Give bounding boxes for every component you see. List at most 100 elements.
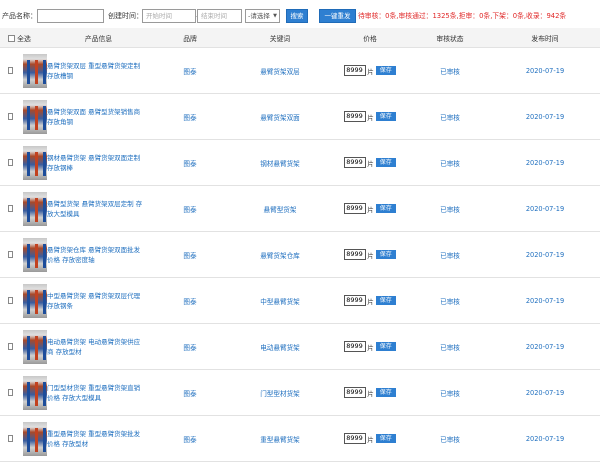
keyword-link[interactable]: 钢材悬臂货架: [230, 139, 330, 186]
product-thumbnail[interactable]: [23, 99, 47, 134]
row-checkbox[interactable]: [8, 297, 14, 304]
keyword-link[interactable]: 悬臂货架双层: [230, 47, 330, 94]
publish-date: 2020-07-19: [490, 369, 600, 416]
product-title-link[interactable]: 悬臂型货架 悬臂货架双层定制 存放大型模具: [47, 185, 150, 232]
price-cell: 8999 片保存: [330, 231, 410, 278]
audit-status: 已审核: [410, 231, 490, 278]
search-button[interactable]: 搜索: [286, 9, 308, 23]
audit-status: 已审核: [410, 415, 490, 462]
keyword-link[interactable]: 电动悬臂货架: [230, 323, 330, 370]
row-checkbox[interactable]: [8, 435, 14, 442]
price-input[interactable]: 8999: [344, 203, 367, 214]
audit-status: 已审核: [410, 47, 490, 94]
publish-date: 2020-07-19: [490, 277, 600, 324]
price-cell: 8999 片保存: [330, 139, 410, 186]
publish-date: 2020-07-19: [490, 415, 600, 462]
row-checkbox[interactable]: [8, 251, 14, 258]
publish-date: 2020-07-19: [490, 323, 600, 370]
product-thumbnail[interactable]: [23, 283, 47, 318]
row-checkbox[interactable]: [8, 113, 14, 120]
table-row: 门型型材货架 重型悬臂货架直销价格 存放大型模具 图泰 门型型材货架 8999 片…: [0, 369, 600, 416]
product-title-link[interactable]: 重型悬臂货架 重型悬臂货架批发价格 存放型材: [47, 415, 150, 462]
product-title-link[interactable]: 钢材悬臂货架 悬臂货架双面定制 存放钢棒: [47, 139, 150, 186]
product-title-link[interactable]: 门型型材货架 重型悬臂货架直销价格 存放大型模具: [47, 369, 150, 416]
brand-header: 品牌: [150, 28, 230, 48]
table-row: 悬臂型货架 悬臂货架双层定制 存放大型模具 图泰 悬臂型货架 8999 片保存 已…: [0, 185, 600, 232]
product-thumbnail[interactable]: [23, 375, 47, 410]
row-select-cell: [0, 185, 47, 232]
row-checkbox[interactable]: [8, 343, 14, 350]
price-cell: 8999 片保存: [330, 47, 410, 94]
keyword-link[interactable]: 门型型材货架: [230, 369, 330, 416]
date-header: 发布时间: [490, 28, 600, 48]
brand-cell: 图泰: [150, 139, 230, 186]
row-checkbox[interactable]: [8, 205, 14, 212]
one-click-republish-button[interactable]: 一键重发: [319, 9, 356, 23]
table-row: 悬臂货架双面 悬臂型货架销售商 存放角钢 图泰 悬臂货架双面 8999 片保存 已…: [0, 93, 600, 140]
brand-cell: 图泰: [150, 231, 230, 278]
save-price-button[interactable]: 保存: [375, 296, 396, 305]
keyword-link[interactable]: 悬臂货架双面: [230, 93, 330, 140]
row-checkbox[interactable]: [8, 159, 14, 166]
product-title-link[interactable]: 悬臂货架双层 重型悬臂货架定制 存放槽钢: [47, 47, 150, 94]
price-input[interactable]: 8999: [344, 433, 367, 444]
product-info-header: 产品信息: [47, 28, 150, 48]
save-price-button[interactable]: 保存: [375, 66, 396, 75]
price-cell: 8999 片保存: [330, 415, 410, 462]
price-cell: 8999 片保存: [330, 369, 410, 416]
save-price-button[interactable]: 保存: [375, 158, 396, 167]
brand-cell: 图泰: [150, 277, 230, 324]
save-price-button[interactable]: 保存: [375, 112, 396, 121]
brand-cell: 图泰: [150, 323, 230, 370]
save-price-button[interactable]: 保存: [375, 434, 396, 443]
price-input[interactable]: 8999: [344, 65, 367, 76]
keyword-link[interactable]: 悬臂型货架: [230, 185, 330, 232]
table-row: 中型悬臂货架 悬臂货架双层代理 存放钢条 图泰 中型悬臂货架 8999 片保存 已…: [0, 277, 600, 324]
price-input[interactable]: 8999: [344, 111, 367, 122]
select-all-header[interactable]: 全选: [0, 28, 47, 48]
product-title-link[interactable]: 悬臂货架双面 悬臂型货架销售商 存放角钢: [47, 93, 150, 140]
product-title-link[interactable]: 中型悬臂货架 悬臂货架双层代理 存放钢条: [47, 277, 150, 324]
product-thumbnail[interactable]: [23, 237, 47, 272]
row-select-cell: [0, 93, 47, 140]
brand-cell: 图泰: [150, 93, 230, 140]
price-input[interactable]: 8999: [344, 157, 367, 168]
save-price-button[interactable]: 保存: [375, 388, 396, 397]
row-checkbox[interactable]: [8, 389, 14, 396]
audit-status: 已审核: [410, 277, 490, 324]
save-price-button[interactable]: 保存: [375, 204, 396, 213]
save-price-button[interactable]: 保存: [375, 250, 396, 259]
start-time-input[interactable]: 开始时间: [142, 9, 196, 23]
chevron-down-icon: ▼: [273, 13, 277, 19]
product-name-input[interactable]: [37, 9, 104, 23]
product-thumbnail[interactable]: [23, 421, 47, 456]
product-thumbnail[interactable]: [23, 145, 47, 180]
price-input[interactable]: 8999: [344, 295, 367, 306]
save-price-button[interactable]: 保存: [375, 342, 396, 351]
keyword-link[interactable]: 中型悬臂货架: [230, 277, 330, 324]
product-thumbnail[interactable]: [23, 191, 47, 226]
price-input[interactable]: 8999: [344, 341, 367, 352]
status-select[interactable]: -请选择 ▼: [245, 9, 280, 23]
table-row: 电动悬臂货架 电动悬臂货架供应商 存放型材 图泰 电动悬臂货架 8999 片保存 …: [0, 323, 600, 370]
product-thumbnail[interactable]: [23, 329, 47, 364]
brand-cell: 图泰: [150, 185, 230, 232]
row-select-cell: [0, 231, 47, 278]
product-title-link[interactable]: 悬臂货架仓库 悬臂货架双面批发价格 存放密度轴: [47, 231, 150, 278]
table-row: 悬臂货架仓库 悬臂货架双面批发价格 存放密度轴 图泰 悬臂货架仓库 8999 片保…: [0, 231, 600, 278]
row-checkbox[interactable]: [8, 67, 14, 74]
end-time-input[interactable]: 结束时间: [197, 9, 242, 23]
keyword-link[interactable]: 悬臂货架仓库: [230, 231, 330, 278]
table-row: 钢材悬臂货架 悬臂货架双面定制 存放钢棒 图泰 钢材悬臂货架 8999 片保存 已…: [0, 139, 600, 186]
table-row: 悬臂货架双层 重型悬臂货架定制 存放槽钢 图泰 悬臂货架双层 8999 片保存 已…: [0, 47, 600, 94]
product-thumbnail[interactable]: [23, 53, 47, 88]
product-title-link[interactable]: 电动悬臂货架 电动悬臂货架供应商 存放型材: [47, 323, 150, 370]
create-time-label: 创建时间：: [108, 12, 143, 20]
select-all-checkbox[interactable]: [8, 35, 15, 42]
publish-date: 2020-07-19: [490, 139, 600, 186]
price-input[interactable]: 8999: [344, 387, 367, 398]
price-unit: 片: [367, 297, 374, 306]
price-input[interactable]: 8999: [344, 249, 367, 260]
keyword-link[interactable]: 重型悬臂货架: [230, 415, 330, 462]
price-cell: 8999 片保存: [330, 185, 410, 232]
